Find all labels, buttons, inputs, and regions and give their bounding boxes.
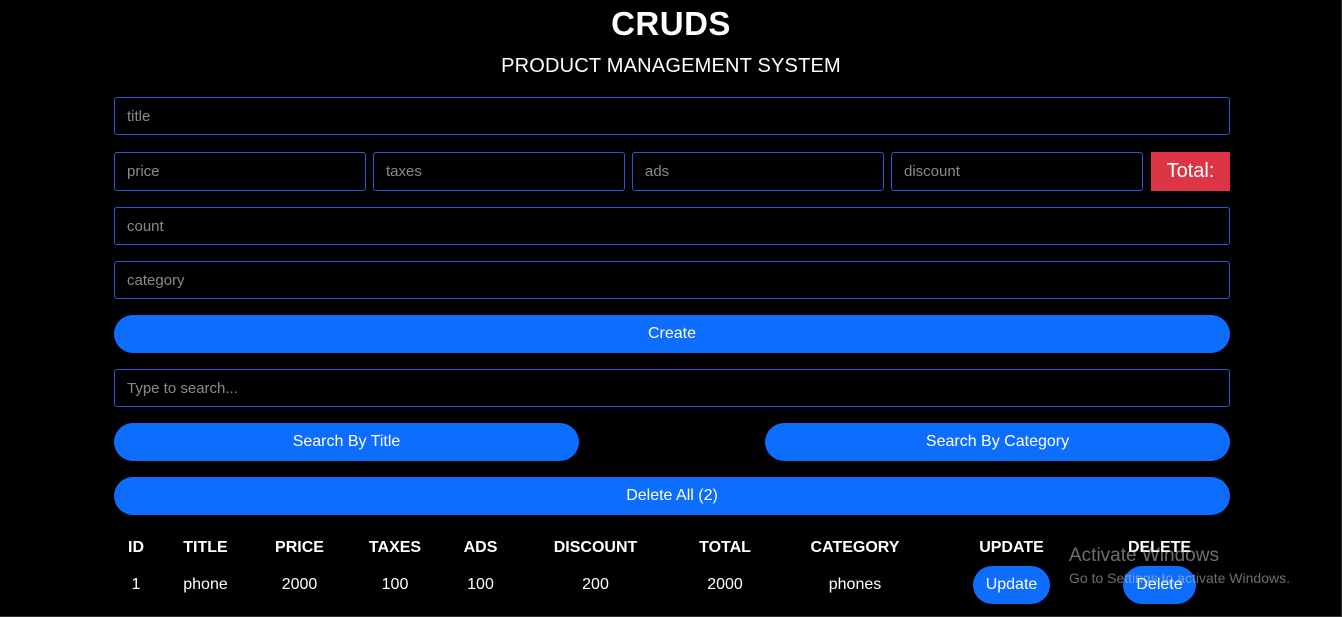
col-header-total: TOTAL — [699, 539, 751, 556]
col-header-title: TITLE — [183, 539, 228, 556]
table-row: 1 phone 2000 100 100 200 2000 phones Upd… — [114, 563, 1230, 607]
cell-discount: 200 — [582, 576, 609, 593]
app-window: CRUDS PRODUCT MANAGEMENT SYSTEM Total: C… — [0, 0, 1342, 617]
total-badge: Total: — [1151, 152, 1230, 191]
cell-category: phones — [828, 576, 882, 593]
col-header-taxes: TAXES — [368, 539, 422, 556]
cell-delete: Delete — [1089, 563, 1230, 607]
delete-button[interactable]: Delete — [1123, 566, 1196, 604]
cell-update: Update — [934, 563, 1089, 607]
category-input[interactable] — [114, 261, 1230, 299]
col-header-category: CATEGORY — [810, 539, 900, 556]
price-input[interactable] — [114, 152, 366, 191]
col-header-delete: DELETE — [1127, 539, 1192, 556]
col-header-ads: ADS — [463, 539, 498, 556]
cell-ads: 100 — [467, 576, 494, 593]
delete-all-button[interactable]: Delete All (2) — [114, 477, 1230, 515]
ads-input[interactable] — [632, 152, 884, 191]
table-header-row: ID TITLE PRICE TAXES ADS DISCOUNT TOTAL … — [114, 533, 1230, 563]
count-input[interactable] — [114, 207, 1230, 245]
search-input[interactable] — [114, 369, 1230, 407]
cell-id: 1 — [131, 576, 141, 593]
col-header-id: ID — [128, 539, 144, 556]
cell-price: 2000 — [281, 576, 318, 593]
col-header-update: UPDATE — [979, 539, 1044, 556]
products-table: ID TITLE PRICE TAXES ADS DISCOUNT TOTAL … — [114, 533, 1230, 607]
discount-input[interactable] — [891, 152, 1143, 191]
create-button[interactable]: Create — [114, 315, 1230, 353]
update-button[interactable]: Update — [972, 566, 1051, 604]
cell-taxes: 100 — [381, 576, 409, 593]
title-input[interactable] — [114, 97, 1230, 135]
col-header-price: PRICE — [275, 539, 324, 556]
search-by-category-button[interactable]: Search By Category — [765, 423, 1230, 461]
cell-title: phone — [183, 576, 228, 593]
col-header-discount: DISCOUNT — [553, 539, 638, 556]
taxes-input[interactable] — [373, 152, 625, 191]
page-subtitle: PRODUCT MANAGEMENT SYSTEM — [501, 55, 841, 77]
page-title: CRUDS — [611, 5, 731, 42]
cell-total: 2000 — [707, 576, 743, 593]
search-by-title-button[interactable]: Search By Title — [114, 423, 579, 461]
